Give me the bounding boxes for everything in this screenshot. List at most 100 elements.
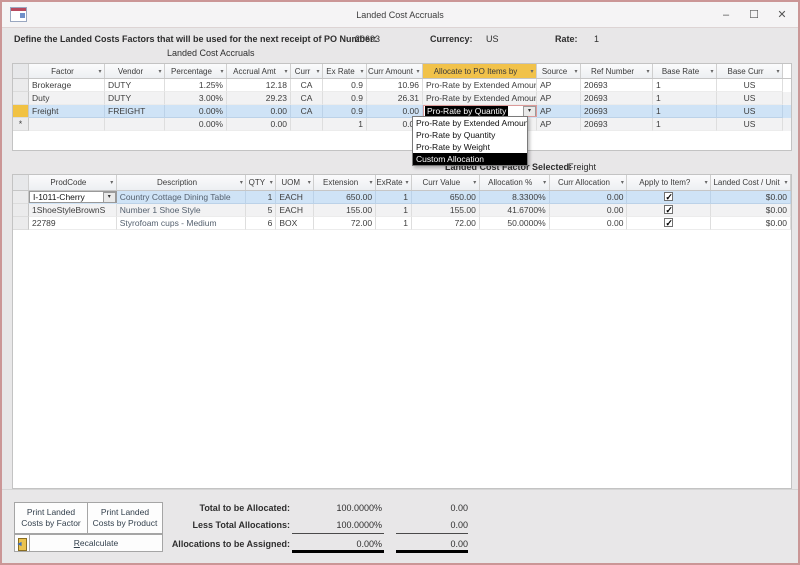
cell-uom[interactable]: EACH [276, 191, 314, 204]
cell-factor[interactable]: Duty [29, 92, 105, 105]
cell-curr[interactable]: CA [291, 92, 323, 105]
cell-ref-number[interactable]: 20693 [581, 79, 653, 92]
column-header-base-curr[interactable]: Base Curr▾ [717, 64, 783, 78]
cell-qty[interactable]: 5 [246, 204, 276, 217]
column-header-apply-to-item[interactable]: Apply to Item?▾ [627, 175, 711, 190]
currency-value[interactable]: US [486, 34, 499, 44]
cell-source[interactable]: AP [537, 92, 581, 105]
cell-curr-amount[interactable]: 26.31 [367, 92, 423, 105]
cell-base-rate[interactable]: 1 [653, 92, 717, 105]
cell-uom[interactable]: EACH [276, 204, 314, 217]
cell-curr-allocation[interactable]: 0.00 [550, 204, 628, 217]
cell-accrual-amt[interactable]: 29.23 [227, 92, 291, 105]
dropdown-option-pro-rate-by-quantity[interactable]: Pro-Rate by Quantity [413, 129, 527, 141]
cell-uom[interactable]: BOX [276, 217, 314, 230]
cell-qty[interactable]: 1 [246, 191, 276, 204]
cell-base-rate[interactable]: 1 [653, 105, 717, 118]
cell-extension[interactable]: 155.00 [314, 204, 376, 217]
cell-curr[interactable]: CA [291, 105, 323, 118]
cell-qty[interactable]: 6 [246, 217, 276, 230]
column-header-base-rate[interactable]: Base Rate▾ [653, 64, 717, 78]
cell-accrual-amt[interactable]: 0.00 [227, 118, 291, 131]
dropdown-option-pro-rate-by-weight[interactable]: Pro-Rate by Weight [413, 141, 527, 153]
cell-allocate-to-po-items-by[interactable]: Pro-Rate by Extended Amount [423, 79, 537, 92]
cell-accrual-amt[interactable]: 12.18 [227, 79, 291, 92]
cell-ex-rate[interactable]: 0.9 [323, 105, 367, 118]
column-header-curr-amount[interactable]: Curr Amount▾ [367, 64, 423, 78]
cell-apply-to-item[interactable]: ✓ [627, 191, 711, 204]
cell-allocate-to-po-items-by[interactable]: Pro-Rate by Extended Amount [423, 92, 537, 105]
cell-percentage[interactable]: 3.00% [165, 92, 227, 105]
cell-curr[interactable] [291, 118, 323, 131]
cell-extension[interactable]: 72.00 [314, 217, 376, 230]
grid-corner[interactable] [13, 64, 29, 78]
row-selector[interactable] [13, 217, 29, 230]
dropdown-option-custom-allocation[interactable]: Custom Allocation [413, 153, 527, 165]
cell-curr-allocation[interactable]: 0.00 [550, 191, 628, 204]
maximize-button[interactable]: ☐ [746, 7, 762, 23]
cell-base-curr[interactable]: US [717, 105, 783, 118]
cell-vendor[interactable]: DUTY [105, 79, 165, 92]
cell-apply-to-item[interactable]: ✓ [627, 217, 711, 230]
row-selector[interactable] [13, 92, 29, 105]
cell-exrate[interactable]: 1 [376, 217, 412, 230]
minimize-button[interactable]: – [718, 7, 734, 23]
cell-source[interactable]: AP [537, 105, 581, 118]
cell-vendor[interactable] [105, 118, 165, 131]
column-header-qty[interactable]: QTY▾ [246, 175, 276, 190]
cell-base-curr[interactable]: US [717, 118, 783, 131]
close-button[interactable]: ✕ [774, 7, 790, 23]
column-header-curr-value[interactable]: Curr Value▾ [412, 175, 480, 190]
row-selector[interactable]: * [13, 118, 29, 131]
column-header-ex-rate[interactable]: Ex Rate▾ [323, 64, 367, 78]
apply-to-item-checkbox[interactable]: ✓ [664, 218, 673, 227]
po-number-value[interactable]: 20693 [355, 34, 380, 44]
grid-corner[interactable] [13, 175, 29, 190]
rate-value[interactable]: 1 [594, 34, 599, 44]
row-selector[interactable] [13, 79, 29, 92]
cell-description[interactable]: Styrofoam cups - Medium [117, 217, 247, 230]
cell-description[interactable]: Country Cottage Dining Table [117, 191, 247, 204]
column-header-allocate-to-po-items-by[interactable]: Allocate to PO Items by▾ [423, 64, 537, 78]
column-header-prodcode[interactable]: ProdCode▾ [29, 175, 117, 190]
cell-base-rate[interactable]: 1 [653, 118, 717, 131]
column-header-exrate[interactable]: ExRate▾ [376, 175, 412, 190]
cell-percentage[interactable]: 0.00% [165, 105, 227, 118]
column-header-description[interactable]: Description▾ [117, 175, 247, 190]
cell-allocation[interactable]: 8.3300% [480, 191, 550, 204]
cell-allocation[interactable]: 41.6700% [480, 204, 550, 217]
column-header-ref-number[interactable]: Ref Number▾ [581, 64, 653, 78]
cell-percentage[interactable]: 0.00% [165, 118, 227, 131]
cell-source[interactable]: AP [537, 79, 581, 92]
cell-ref-number[interactable]: 20693 [581, 118, 653, 131]
cell-factor[interactable]: Brokerage [29, 79, 105, 92]
cell-ref-number[interactable]: 20693 [581, 92, 653, 105]
cell-curr-value[interactable]: 650.00 [412, 191, 480, 204]
cell-vendor[interactable]: DUTY [105, 92, 165, 105]
cell-exrate[interactable]: 1 [376, 204, 412, 217]
column-header-accrual-amt[interactable]: Accrual Amt▾ [227, 64, 291, 78]
exit-button[interactable]: ◄ [14, 534, 30, 552]
row-selector[interactable] [13, 105, 29, 118]
row-selector[interactable] [13, 191, 29, 204]
column-header-curr-allocation[interactable]: Curr Allocation▾ [550, 175, 628, 190]
cell-landed-cost-unit[interactable]: $0.00 [711, 191, 791, 204]
cell-factor[interactable] [29, 118, 105, 131]
cell-curr-allocation[interactable]: 0.00 [550, 217, 628, 230]
column-header-curr[interactable]: Curr▾ [291, 64, 323, 78]
column-header-vendor[interactable]: Vendor▾ [105, 64, 165, 78]
cell-description[interactable]: Number 1 Shoe Style [117, 204, 247, 217]
combo-dropdown-button[interactable]: ▾ [523, 106, 536, 117]
cell-ref-number[interactable]: 20693 [581, 105, 653, 118]
cell-percentage[interactable]: 1.25% [165, 79, 227, 92]
cell-base-curr[interactable]: US [717, 92, 783, 105]
cell-curr-amount[interactable]: 10.96 [367, 79, 423, 92]
cell-factor[interactable]: Freight [29, 105, 105, 118]
cell-curr-value[interactable]: 155.00 [412, 204, 480, 217]
combo-dropdown-button[interactable]: ▾ [103, 192, 116, 203]
cell-base-rate[interactable]: 1 [653, 79, 717, 92]
dropdown-option-pro-rate-by-extended-amount[interactable]: Pro-Rate by Extended Amount [413, 117, 527, 129]
column-header-source[interactable]: Source▾ [537, 64, 581, 78]
cell-landed-cost-unit[interactable]: $0.00 [711, 217, 791, 230]
apply-to-item-checkbox[interactable]: ✓ [664, 192, 673, 201]
